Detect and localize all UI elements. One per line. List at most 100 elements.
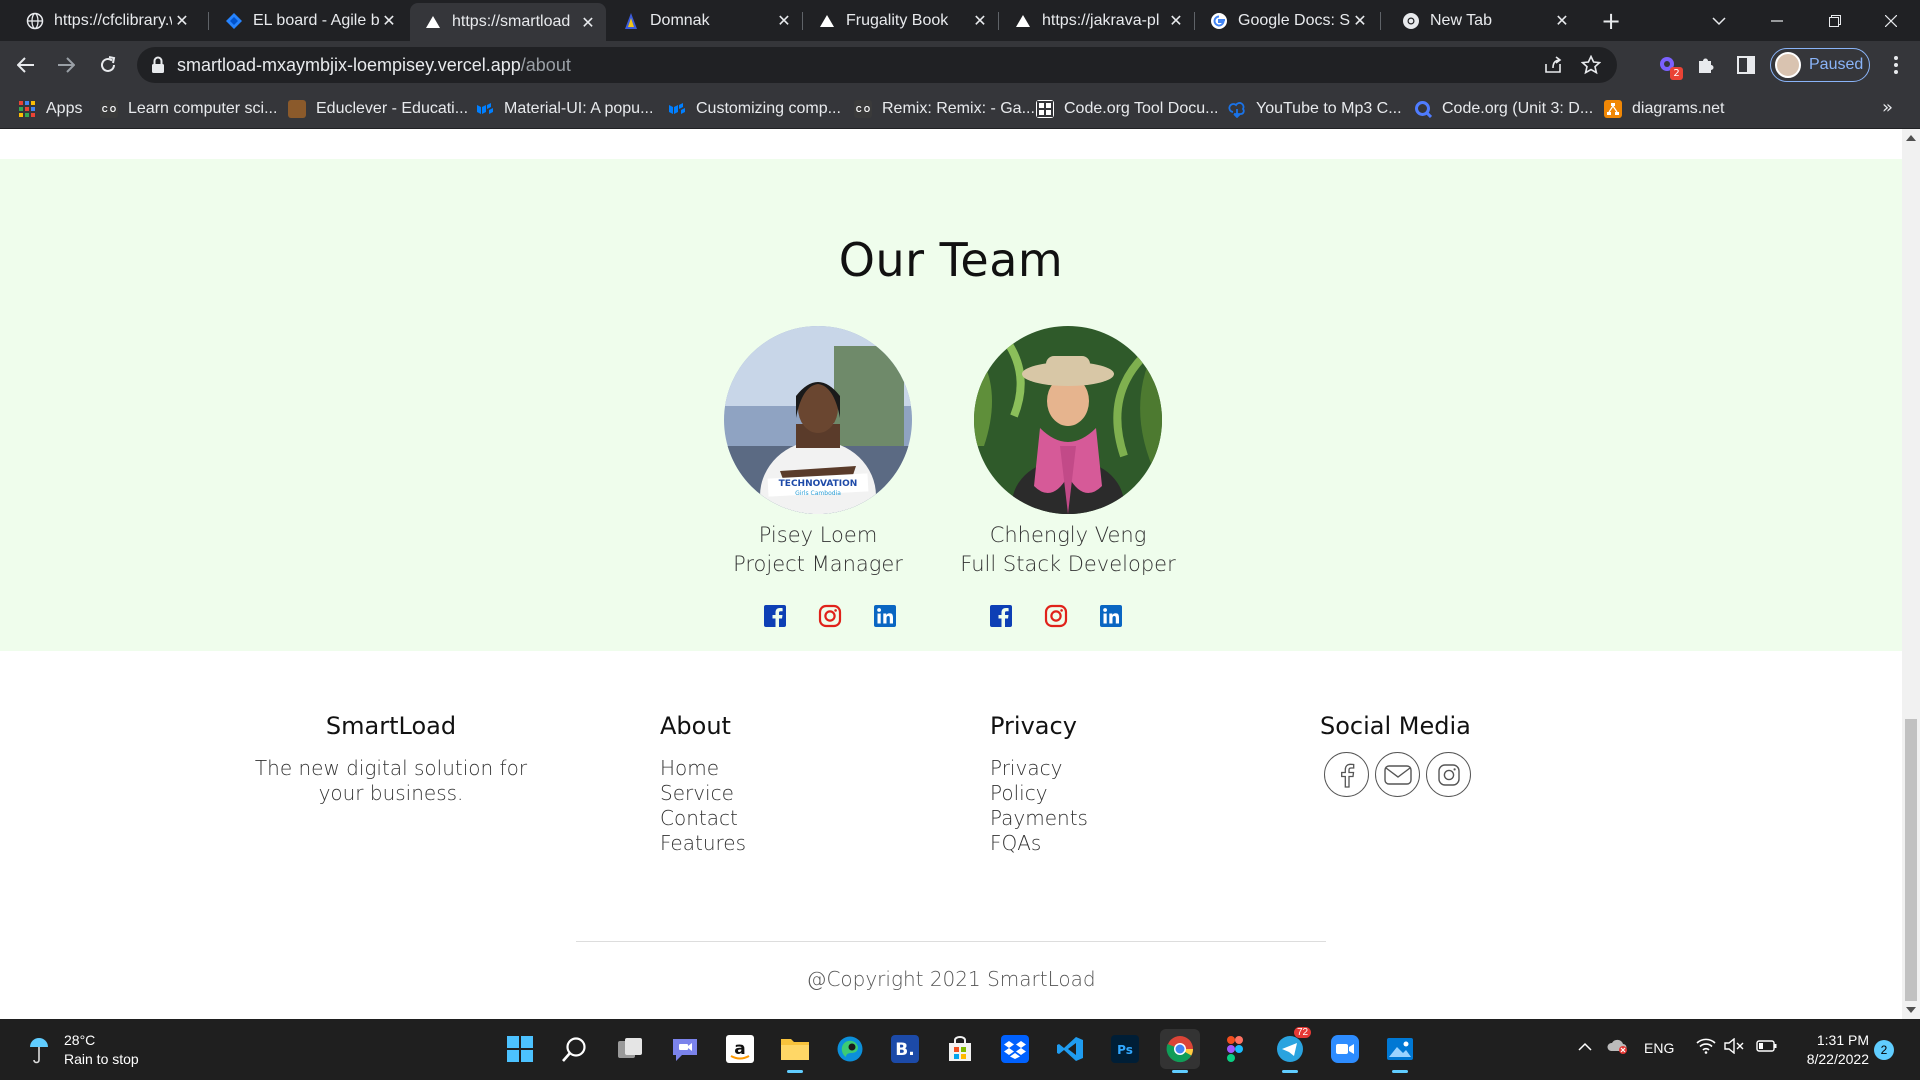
instagram-icon[interactable]	[817, 603, 843, 629]
battery-icon[interactable]	[1756, 1038, 1778, 1057]
tab-google-docs[interactable]: Google Docs: Sig ✕	[1196, 0, 1378, 41]
wifi-icon[interactable]	[1696, 1038, 1716, 1057]
telegram-icon[interactable]: 72	[1270, 1027, 1312, 1073]
tab-frugality-book[interactable]: Frugality Book ✕	[804, 0, 998, 41]
close-window-button[interactable]	[1862, 0, 1920, 41]
task-view-icon[interactable]	[610, 1029, 650, 1069]
tab-el-board[interactable]: EL board - Agile b ✕	[211, 0, 407, 41]
instagram-icon[interactable]	[1426, 752, 1471, 797]
new-tab-button[interactable]: +	[1598, 7, 1624, 35]
footer-link-faqs[interactable]: FQAs	[990, 831, 1088, 856]
footer-copyright: @Copyright 2021 SmartLoad	[806, 967, 1096, 991]
system-clock[interactable]: 1:31 PM 8/22/2022	[1795, 1031, 1869, 1069]
microsoft-store-icon[interactable]	[940, 1029, 980, 1069]
close-icon[interactable]: ✕	[1166, 11, 1186, 31]
bookmark-customizing[interactable]: Customizing comp...	[668, 89, 841, 129]
tab-jakrava[interactable]: https://jakrava-pl ✕	[1000, 0, 1194, 41]
tab-new-tab[interactable]: New Tab ✕	[1388, 0, 1580, 41]
language-indicator[interactable]: ENG	[1644, 1040, 1674, 1056]
scroll-down-arrow[interactable]	[1906, 1007, 1916, 1013]
email-icon[interactable]	[1375, 752, 1420, 797]
footer-link-privacy[interactable]: Privacy	[990, 756, 1088, 781]
scrollbar-thumb[interactable]	[1905, 719, 1917, 1001]
close-icon[interactable]: ✕	[578, 12, 598, 32]
tab-domnak[interactable]: Domnak ✕	[608, 0, 802, 41]
bookmark-diagrams[interactable]: diagrams.net	[1604, 89, 1725, 129]
footer-link-home[interactable]: Home	[660, 756, 746, 781]
amazon-icon[interactable]: a	[720, 1029, 760, 1069]
close-icon[interactable]: ✕	[379, 11, 399, 31]
linkedin-icon[interactable]	[872, 603, 898, 629]
weather-widget[interactable]: 28°C Rain to stop	[28, 1031, 139, 1069]
close-icon[interactable]: ✕	[774, 11, 794, 31]
close-icon[interactable]: ✕	[970, 11, 990, 31]
instagram-icon[interactable]	[1043, 603, 1069, 629]
zoom-icon[interactable]	[1325, 1029, 1365, 1069]
tab-cfclibrary[interactable]: https://cfclibrary.w ✕	[12, 0, 200, 41]
footer-link-payments[interactable]: Payments	[990, 806, 1088, 831]
facebook-icon[interactable]	[762, 603, 788, 629]
linkedin-icon[interactable]	[1098, 603, 1124, 629]
close-icon[interactable]: ✕	[172, 11, 192, 31]
footer-social-icons	[1324, 752, 1471, 797]
extensions-puzzle-icon[interactable]	[1694, 53, 1718, 77]
footer-link-contact[interactable]: Contact	[660, 806, 746, 831]
teams-chat-icon[interactable]	[665, 1029, 705, 1069]
footer-link-service[interactable]: Service	[660, 781, 746, 806]
jira-icon	[225, 12, 243, 30]
facebook-icon[interactable]	[988, 603, 1014, 629]
vscode-icon[interactable]	[1050, 1029, 1090, 1069]
bookmark-material-ui[interactable]: Material-UI: A popu...	[476, 89, 653, 129]
footer-social-column: Social Media	[1320, 712, 1471, 797]
photoshop-icon[interactable]: Ps	[1105, 1029, 1145, 1069]
bookmark-remix[interactable]: C O Remix: Remix: - Ga...	[854, 89, 1035, 129]
bookmark-youtube-mp3[interactable]: YouTube to Mp3 C...	[1228, 89, 1402, 129]
minimize-button[interactable]	[1748, 0, 1806, 41]
facebook-icon[interactable]	[1324, 752, 1369, 797]
footer-link-features[interactable]: Features	[660, 831, 746, 856]
restore-button[interactable]	[1806, 0, 1864, 41]
bookmark-learn-cs[interactable]: C O Learn computer sci...	[100, 89, 277, 129]
share-icon[interactable]	[1541, 53, 1565, 77]
show-hidden-icons[interactable]	[1578, 1039, 1592, 1055]
notification-badge[interactable]: 2	[1874, 1040, 1894, 1060]
chrome-icon[interactable]	[1160, 1029, 1200, 1073]
search-icon[interactable]	[555, 1029, 595, 1069]
forward-button[interactable]	[52, 51, 80, 79]
file-explorer-icon[interactable]	[775, 1029, 815, 1073]
bookmark-codeorg-tool[interactable]: Code.org Tool Docu...	[1036, 89, 1218, 129]
start-button[interactable]	[500, 1029, 540, 1069]
umbrella-icon	[30, 1038, 48, 1064]
figma-icon[interactable]	[1215, 1029, 1255, 1069]
member-name: Chhengly Veng	[989, 523, 1147, 547]
extension-gear-icon[interactable]: 2	[1656, 53, 1683, 80]
photos-icon[interactable]	[1380, 1029, 1420, 1073]
bookmark-educlever[interactable]: Educlever - Educati...	[288, 89, 468, 129]
bookmark-apps[interactable]: Apps	[18, 89, 82, 129]
tab-search-icon[interactable]	[1690, 0, 1748, 41]
page-scrollbar[interactable]	[1902, 129, 1920, 1019]
address-bar[interactable]: smartload-mxaymbjix-loempisey.vercel.app…	[137, 47, 1617, 83]
volume-muted-icon[interactable]	[1724, 1037, 1744, 1057]
bookmarks-overflow-icon[interactable]: »	[1882, 97, 1893, 118]
bookmark-codeorg-unit3[interactable]: Code.org (Unit 3: D...	[1414, 89, 1593, 129]
dropbox-icon[interactable]	[995, 1029, 1035, 1069]
edge-icon[interactable]	[830, 1029, 870, 1069]
onedrive-icon[interactable]	[1606, 1037, 1628, 1058]
booking-b-icon[interactable]: B.	[885, 1029, 925, 1069]
bookmark-star-icon[interactable]	[1579, 53, 1603, 77]
profile-button[interactable]: Paused	[1770, 48, 1870, 82]
reload-button[interactable]	[94, 51, 122, 79]
member-socials	[762, 603, 898, 629]
close-icon[interactable]: ✕	[1350, 11, 1370, 31]
footer-link-policy[interactable]: Policy	[990, 781, 1088, 806]
more-menu-icon[interactable]	[1884, 53, 1908, 77]
weather-temperature: 28°C	[64, 1032, 96, 1048]
close-icon[interactable]: ✕	[1552, 11, 1572, 31]
side-panel-icon[interactable]	[1734, 53, 1758, 77]
tab-smartload[interactable]: https://smartload ✕	[410, 3, 606, 41]
member-role: Project Manager	[733, 552, 903, 576]
back-button[interactable]	[12, 51, 40, 79]
footer-social-title: Social Media	[1320, 712, 1471, 740]
scroll-up-arrow[interactable]	[1906, 135, 1916, 141]
